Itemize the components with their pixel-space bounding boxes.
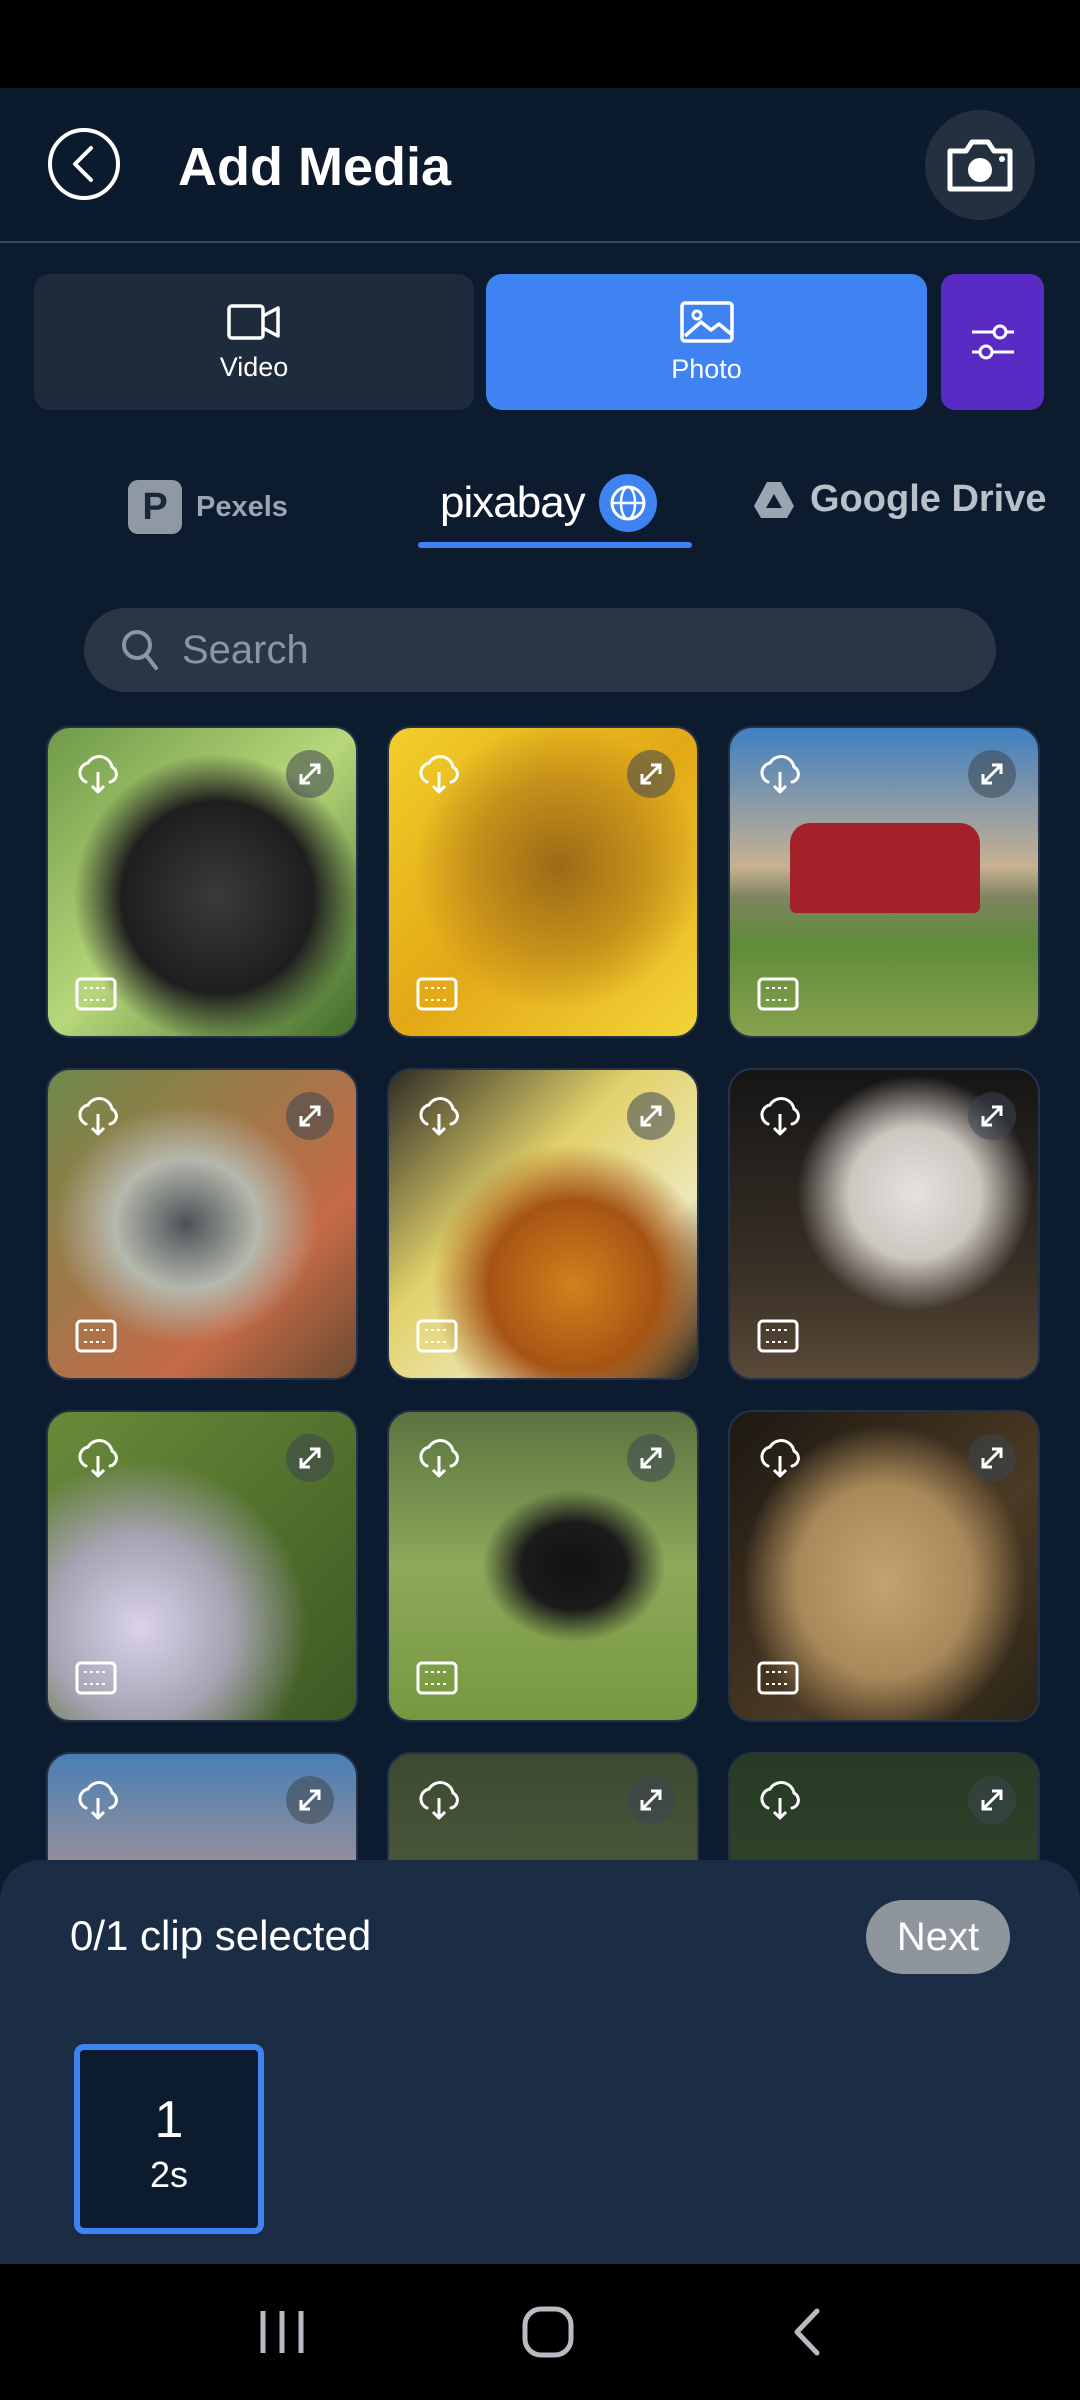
photo-tile[interactable]	[46, 1410, 358, 1722]
selection-status: 0/1 clip selected	[70, 1912, 372, 1959]
photo-tile[interactable]	[728, 1752, 1040, 1860]
cloud-download-icon[interactable]	[415, 1436, 463, 1480]
aspect-frame-icon[interactable]	[756, 1660, 800, 1696]
source-tab-pixabay-label: pixabay	[440, 478, 586, 527]
home-icon[interactable]	[521, 2305, 575, 2359]
cloud-download-icon[interactable]	[415, 1778, 463, 1822]
system-nav-bar	[0, 2264, 1080, 2400]
expand-icon[interactable]	[286, 750, 334, 798]
photo-tile[interactable]	[387, 726, 699, 1038]
photo-grid	[0, 726, 1080, 1860]
photo-tile[interactable]	[46, 1068, 358, 1380]
expand-icon[interactable]	[968, 1776, 1016, 1824]
camera-button[interactable]	[925, 110, 1035, 220]
aspect-frame-icon[interactable]	[415, 976, 459, 1012]
page-title: Add Media	[178, 137, 452, 197]
expand-icon[interactable]	[627, 1092, 675, 1140]
expand-icon[interactable]	[968, 1434, 1016, 1482]
photo-tile[interactable]	[728, 726, 1040, 1038]
source-tab-google-drive[interactable]: Google Drive	[752, 478, 1047, 521]
photo-tile[interactable]	[46, 1752, 358, 1860]
search-icon	[122, 630, 158, 670]
cloud-download-icon[interactable]	[74, 1094, 122, 1138]
tab-photo[interactable]: Photo	[486, 274, 927, 410]
photo-tile[interactable]	[387, 1410, 699, 1722]
search-bar[interactable]	[84, 608, 996, 692]
camera-icon	[947, 139, 1013, 192]
cloud-download-icon[interactable]	[74, 1436, 122, 1480]
tab-video-label: Video	[219, 351, 289, 382]
cloud-download-icon[interactable]	[756, 1778, 804, 1822]
header: Add Media	[0, 88, 1080, 243]
tab-video[interactable]: Video	[34, 274, 474, 410]
filter-button[interactable]	[941, 274, 1044, 410]
cloud-download-icon[interactable]	[415, 1094, 463, 1138]
cloud-download-icon[interactable]	[756, 1436, 804, 1480]
aspect-frame-icon[interactable]	[756, 976, 800, 1012]
source-tab-google-drive-label: Google Drive	[810, 478, 1047, 520]
cloud-download-icon[interactable]	[74, 1778, 122, 1822]
photo-tile[interactable]	[46, 726, 358, 1038]
recent-apps-icon[interactable]	[257, 2309, 307, 2355]
chevron-left-icon	[73, 146, 93, 182]
cloud-download-icon[interactable]	[756, 752, 804, 796]
expand-icon[interactable]	[968, 1092, 1016, 1140]
expand-icon[interactable]	[627, 1434, 675, 1482]
aspect-frame-icon[interactable]	[756, 1318, 800, 1354]
globe-icon	[598, 474, 657, 532]
status-bar	[0, 0, 1080, 88]
photo-tile[interactable]	[728, 1410, 1040, 1722]
aspect-frame-icon[interactable]	[74, 1318, 118, 1354]
cloud-download-icon[interactable]	[415, 752, 463, 796]
aspect-frame-icon[interactable]	[74, 976, 118, 1012]
pexels-logo-icon: P	[128, 480, 182, 534]
photo-tile[interactable]	[387, 1068, 699, 1380]
expand-icon[interactable]	[627, 1776, 675, 1824]
photo-tile[interactable]	[728, 1068, 1040, 1380]
next-button[interactable]: Next	[866, 1900, 1010, 1974]
cloud-download-icon[interactable]	[756, 1094, 804, 1138]
aspect-frame-icon[interactable]	[74, 1660, 118, 1696]
aspect-frame-icon[interactable]	[415, 1660, 459, 1696]
active-tab-indicator	[418, 542, 692, 548]
sliders-icon	[971, 324, 1014, 360]
source-tab-pexels-label: Pexels	[196, 490, 288, 523]
selection-panel: 0/1 clip selected Next 1 2s	[0, 1860, 1080, 2264]
search-input[interactable]	[182, 627, 942, 673]
google-drive-icon	[754, 481, 794, 518]
clip-duration: 2s	[149, 2154, 189, 2195]
source-tabs: P Pexels pixabay Google Drive	[0, 470, 1080, 550]
cloud-download-icon[interactable]	[74, 752, 122, 796]
source-tab-pexels[interactable]: P Pexels	[128, 480, 288, 534]
clip-slot[interactable]: 1 2s	[74, 2044, 264, 2234]
clip-number: 1	[154, 2091, 184, 2149]
back-nav-icon[interactable]	[789, 2307, 823, 2357]
aspect-frame-icon[interactable]	[415, 1318, 459, 1354]
photo-tile[interactable]	[387, 1752, 699, 1860]
image-icon	[679, 300, 734, 343]
back-button[interactable]	[48, 128, 120, 200]
expand-icon[interactable]	[968, 750, 1016, 798]
video-camera-icon	[227, 303, 280, 340]
source-tab-pixabay[interactable]: pixabay	[440, 474, 657, 532]
expand-icon[interactable]	[627, 750, 675, 798]
expand-icon[interactable]	[286, 1092, 334, 1140]
expand-icon[interactable]	[286, 1776, 334, 1824]
tab-photo-label: Photo	[671, 353, 742, 384]
expand-icon[interactable]	[286, 1434, 334, 1482]
